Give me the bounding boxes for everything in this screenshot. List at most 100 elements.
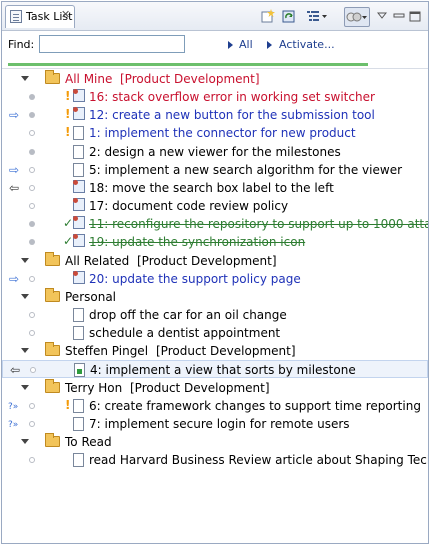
task-row[interactable]: ⇦ 4: implement a view that sorts by miles… [2,360,428,379]
outgoing-sync-icon: ⇦ [10,363,21,378]
category-label: Personal [65,289,117,304]
task-row[interactable]: 2: design a new viewer for the milestone… [2,143,428,161]
activate-task-dot-icon[interactable] [29,457,35,464]
all-link[interactable]: All [239,38,253,51]
task-row[interactable]: ! 1: implement the connector for new prod… [2,124,428,142]
local-task-icon [73,453,84,468]
activate-task-dot-icon[interactable] [29,275,35,282]
activate-task-dot-icon[interactable] [29,402,35,409]
task-list-tab[interactable]: Task List ✕ [5,5,75,28]
priority-icon: ! [65,125,71,140]
new-task-button[interactable] [260,7,276,25]
expand-toggle-icon[interactable] [21,439,29,444]
category-row[interactable]: All Mine [Product Development] [2,70,428,88]
task-row[interactable]: ✓ 19: update the synchronization icon [2,233,428,251]
category-row[interactable]: Terry Hon [Product Development] [2,378,428,397]
incoming-sync-icon: ⇨ [9,108,20,123]
repository-task-icon [73,89,85,103]
synchronize-button[interactable] [281,7,297,25]
local-task-icon [73,144,84,159]
task-label: 7: implement secure login for remote use… [89,416,350,431]
incoming-sync-icon: ⇨ [9,271,20,286]
category-label: Steffen Pingel [65,344,149,359]
completed-check-icon: ✓ [63,234,74,249]
category-row[interactable]: Steffen Pingel [Product Development] [2,342,428,360]
category-repository-tag: [Product Development] [156,344,296,359]
category-row[interactable]: All Related [Product Development] [2,251,428,270]
task-row[interactable]: ⇨! 12: create a new button for the submis… [2,106,428,124]
activate-task-dot-icon[interactable] [29,239,35,246]
activate-link[interactable]: Activate... [279,38,335,51]
filter-list-button[interactable] [305,7,329,25]
incoming-sync-icon: ⇨ [9,162,20,177]
maximize-button[interactable] [408,7,422,25]
task-row[interactable]: ⇦ 18: move the search box label to the le… [2,179,428,197]
task-label: 16: stack overflow error in working set … [89,90,375,105]
category-folder-icon [45,287,60,302]
expand-toggle-icon[interactable] [21,348,29,354]
task-label: 12: create a new button for the submissi… [89,108,375,123]
task-row[interactable]: ⇨ 20: update the support policy page [2,270,428,288]
close-icon[interactable]: ✕ [61,8,70,21]
activate-task-dot-icon[interactable] [29,94,35,101]
activate-task-dot-icon[interactable] [29,203,35,210]
repository-task-icon [73,198,85,212]
category-label: To Read [65,435,112,449]
expand-toggle-icon[interactable] [21,384,29,390]
task-label: 11: reconfigure the repository to suppor… [89,217,428,232]
repository-task-icon [73,179,85,193]
task-row[interactable]: drop off the car for an oil change [2,306,428,324]
maximize-icon [409,11,421,21]
activate-task-dot-icon[interactable] [29,311,35,318]
task-label: schedule a dentist appointment [89,326,281,341]
view-menu-button[interactable] [375,7,389,25]
outgoing-sync-icon: ⇦ [9,180,20,195]
expand-toggle-icon[interactable] [21,257,29,263]
task-row[interactable]: ! 16: stack overflow error in working set… [2,88,428,106]
activate-task-dot-icon[interactable] [29,420,35,427]
activate-task-dot-icon[interactable] [29,130,35,137]
task-row[interactable]: read Harvard Business Review article abo… [2,451,428,469]
task-row[interactable]: ?»! 6: create framework changes to suppor… [2,397,428,415]
priority-icon: ! [65,397,71,412]
expand-toggle-icon[interactable] [21,293,29,299]
task-row[interactable]: 17: document code review policy [2,197,428,215]
category-folder-icon [45,433,60,447]
activate-task-dot-icon[interactable] [29,221,35,228]
category-repository-tag: [Product Development] [130,380,270,395]
task-row[interactable]: schedule a dentist appointment [2,324,428,342]
find-toolbar: Find: All Activate... [2,31,428,59]
category-row[interactable]: Personal [2,287,428,306]
task-list-view: Task List ✕ Find: All Activate... All Mi… [1,1,429,544]
activate-task-dot-icon[interactable] [29,148,35,155]
expand-toggle-icon[interactable] [21,76,29,81]
activate-task-dot-icon[interactable] [29,184,35,191]
repository-task-icon [73,270,85,284]
find-input[interactable] [39,35,185,53]
activate-task-dot-icon[interactable] [29,112,35,119]
presentation-icon [346,12,367,22]
task-row[interactable]: ?» 7: implement secure login for remote u… [2,415,428,433]
category-folder-icon [45,342,60,357]
task-list-icon [10,10,22,23]
presentation-button[interactable] [344,7,370,27]
repository-task-icon [73,216,85,230]
minimize-button[interactable] [392,7,406,25]
all-arrow-icon [228,41,233,49]
category-folder-icon [45,378,60,393]
activate-task-dot-icon[interactable] [29,166,35,173]
activate-task-dot-icon[interactable] [30,367,36,374]
task-label: 4: implement a view that sorts by milest… [90,363,356,378]
local-task-icon [73,398,84,413]
category-folder-icon [45,251,60,266]
task-label: 18: move the search box label to the lef… [89,180,334,195]
filter-list-icon [307,11,327,21]
category-folder-icon [45,70,60,84]
task-row[interactable]: ✓ 11: reconfigure the repository to suppo… [2,215,428,233]
activate-task-dot-icon[interactable] [29,330,35,337]
repository-task-icon [73,107,85,121]
task-row[interactable]: ⇨ 5: implement a new search algorithm for… [2,161,428,179]
category-row[interactable]: To Read [2,433,428,451]
task-progress-bar [8,63,368,66]
local-task-icon [74,363,85,378]
